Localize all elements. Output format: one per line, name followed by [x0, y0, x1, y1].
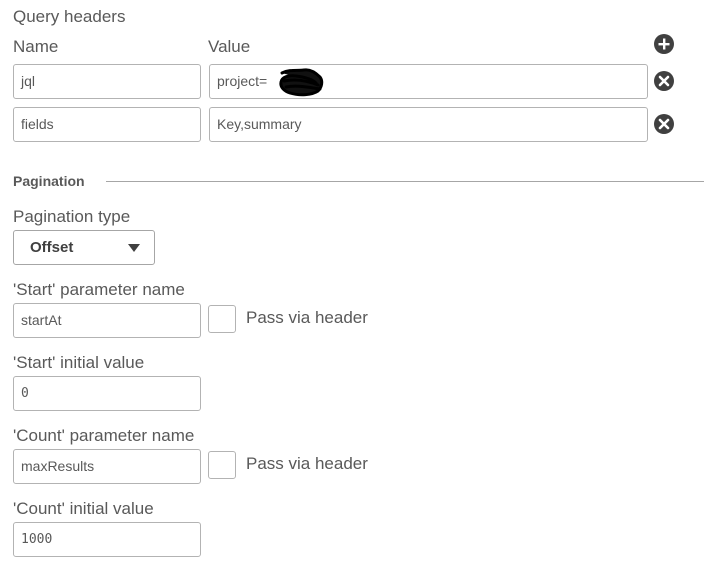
header-value-input[interactable]: project=: [209, 64, 648, 99]
section-divider: [106, 181, 704, 182]
pagination-type-label: Pagination type: [13, 207, 131, 226]
start-param-input[interactable]: startAt: [13, 303, 201, 338]
query-headers-title: Query headers: [13, 7, 126, 26]
start-pass-via-header-checkbox[interactable]: [208, 305, 236, 333]
value-column-label: Value: [208, 37, 251, 56]
add-header-button[interactable]: [654, 34, 674, 54]
start-param-label: 'Start' parameter name: [13, 280, 185, 299]
header-value-text: project=: [217, 73, 268, 89]
redaction-scribble: [279, 68, 324, 97]
count-param-label: 'Count' parameter name: [13, 426, 195, 445]
count-initial-input[interactable]: 1000: [13, 522, 201, 557]
pagination-type-value: Offset: [30, 239, 74, 256]
header-name-input[interactable]: jql: [13, 64, 201, 99]
plus-circle-icon: [658, 38, 670, 50]
caret-down-icon: [128, 244, 140, 252]
start-initial-label: 'Start' initial value: [13, 353, 145, 372]
header-value-input[interactable]: Key,summary: [209, 107, 648, 142]
remove-header-button[interactable]: [654, 114, 674, 134]
x-circle-icon: [658, 75, 670, 87]
count-initial-label: 'Count' initial value: [13, 499, 154, 518]
name-column-label: Name: [13, 37, 59, 56]
count-pass-via-header-checkbox[interactable]: [208, 451, 236, 479]
pagination-section-title: Pagination: [13, 173, 85, 189]
start-pass-via-header-label: Pass via header: [246, 308, 368, 327]
x-circle-icon: [658, 118, 670, 130]
pagination-type-select[interactable]: Offset: [13, 230, 155, 265]
header-name-input[interactable]: fields: [13, 107, 201, 142]
count-pass-via-header-label: Pass via header: [246, 454, 368, 473]
count-param-input[interactable]: maxResults: [13, 449, 201, 484]
remove-header-button[interactable]: [654, 71, 674, 91]
start-initial-input[interactable]: 0: [13, 376, 201, 411]
